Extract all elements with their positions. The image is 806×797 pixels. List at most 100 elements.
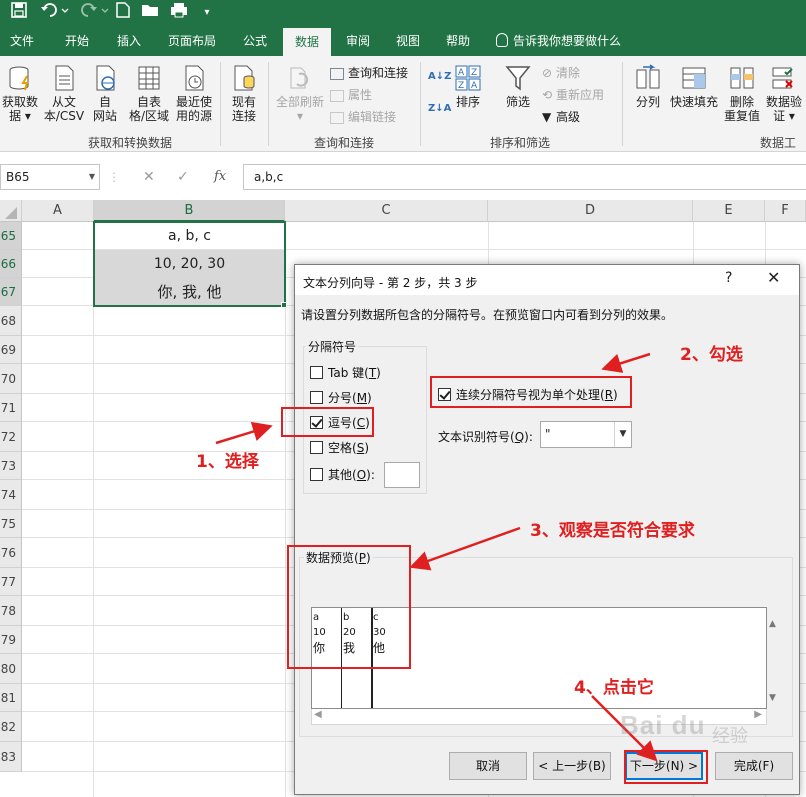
annotation-step2: 2、勾选 <box>680 345 743 365</box>
help-icon[interactable]: ? <box>725 270 732 286</box>
other-delimiter-input[interactable] <box>384 462 420 488</box>
row-header-82[interactable]: 82 <box>0 712 22 742</box>
name-box-value: B65 <box>6 170 30 184</box>
chevron-down-icon[interactable]: ▼ <box>614 422 631 447</box>
tab-view[interactable]: 视图 <box>386 26 430 56</box>
table-icon <box>138 66 160 90</box>
row-header-67[interactable]: 67 <box>0 278 22 306</box>
fill-handle[interactable] <box>281 302 287 308</box>
sort-desc-button[interactable]: Z↓A <box>428 100 451 118</box>
qualifier-label-text: 文本识别符号( <box>438 430 515 444</box>
edit-links-button[interactable]: 编辑链接 <box>330 108 396 126</box>
tab-page-layout[interactable]: 页面布局 <box>160 26 224 56</box>
existing-connections-button[interactable]: 现有 连接 <box>224 64 264 123</box>
dialog-description: 请设置分列数据所包含的分隔符号。在预览窗口内可看到分列的效果。 <box>301 308 674 322</box>
reapply-button[interactable]: ⟲ 重新应用 <box>542 86 604 104</box>
other-checkbox[interactable]: 其他(O): <box>310 467 375 483</box>
column-header-e[interactable]: E <box>693 200 765 222</box>
split-label: 分列 <box>635 95 660 109</box>
clear-filter-icon: ⊘ <box>542 66 553 80</box>
queries-connections-button[interactable]: 查询和连接 <box>330 64 408 82</box>
row-header-69[interactable]: 69 <box>0 336 22 364</box>
tab-file[interactable]: 文件 <box>0 26 44 56</box>
from-web-button[interactable]: 自 网站 <box>88 64 122 123</box>
back-button[interactable]: < 上一步(B) <box>533 752 611 780</box>
flash-fill-button[interactable]: 快速填充 <box>666 64 722 109</box>
tab-formulas[interactable]: 公式 <box>232 26 278 56</box>
customize-icon[interactable]: ▾ <box>200 2 214 24</box>
chevron-down-icon[interactable]: ▼ <box>89 165 95 189</box>
row-header-83[interactable]: 83 <box>0 742 22 772</box>
row-header-75[interactable]: 75 <box>0 510 22 538</box>
enter-icon[interactable]: ✓ <box>177 164 189 190</box>
row-header-65[interactable]: 65 <box>0 222 22 250</box>
database-icon <box>9 66 29 91</box>
drag-handle-icon[interactable]: ⋮ <box>108 164 120 190</box>
data-validation-button[interactable]: 数据验 证 ▾ <box>762 64 806 123</box>
formula-input[interactable]: a,b,c <box>243 164 806 190</box>
tab-home[interactable]: 开始 <box>54 26 100 56</box>
filter-button[interactable]: 筛选 <box>500 64 536 109</box>
from-text-csv-button[interactable]: 从文 本/CSV <box>42 64 86 123</box>
column-header-a[interactable]: A <box>22 200 94 222</box>
open-folder-icon[interactable] <box>140 2 160 24</box>
tab-review[interactable]: 审阅 <box>336 26 380 56</box>
undo-icon[interactable] <box>38 2 72 24</box>
cancel-button[interactable]: 取消 <box>449 752 527 780</box>
scroll-down-icon[interactable]: ▼ <box>769 693 776 703</box>
refresh-all-button[interactable]: 全部刷新 ▾ <box>272 64 328 123</box>
recent-file-icon <box>185 65 204 91</box>
redo-icon[interactable] <box>78 2 112 24</box>
row-header-76[interactable]: 76 <box>0 538 22 568</box>
tab-data[interactable]: 数据 <box>283 28 331 56</box>
name-box[interactable]: B65 ▼ <box>0 164 100 190</box>
close-icon[interactable]: ✕ <box>767 268 780 287</box>
row-header-66[interactable]: 66 <box>0 250 22 278</box>
save-icon[interactable] <box>8 2 30 24</box>
select-all-corner[interactable] <box>0 200 22 222</box>
advanced-filter-icon: ▼ <box>542 110 552 124</box>
space-checkbox[interactable]: 空格(S) <box>310 440 369 456</box>
column-header-c[interactable]: C <box>285 200 488 222</box>
column-header-b[interactable]: B <box>94 200 285 222</box>
tab-checkbox[interactable]: Tab 键(T) <box>310 365 381 381</box>
row-header-80[interactable]: 80 <box>0 654 22 684</box>
from-csv-label-2: 本/CSV <box>43 109 85 123</box>
properties-button[interactable]: 属性 <box>330 86 372 104</box>
column-header-f[interactable]: F <box>765 200 806 222</box>
row-header-78[interactable]: 78 <box>0 596 22 626</box>
get-data-button[interactable]: 获取数 据 ▾ <box>0 64 40 123</box>
semicolon-checkbox[interactable]: 分号(M) <box>310 390 372 406</box>
from-table-button[interactable]: 自表 格/区域 <box>126 64 172 123</box>
cancel-icon[interactable]: ✕ <box>143 164 155 190</box>
row-header-72[interactable]: 72 <box>0 422 22 452</box>
semicolon-label: 分号( <box>328 391 357 405</box>
column-header-d[interactable]: D <box>488 200 693 222</box>
row-header-71[interactable]: 71 <box>0 394 22 422</box>
row-header-74[interactable]: 74 <box>0 480 22 510</box>
remove-duplicates-button[interactable]: 删除 重复值 <box>722 64 762 123</box>
scroll-up-icon[interactable]: ▲ <box>769 619 776 629</box>
sort-button[interactable]: AZZA 排序 <box>452 64 484 109</box>
scroll-left-icon[interactable]: ◀ <box>314 709 322 720</box>
row-header-77[interactable]: 77 <box>0 568 22 596</box>
recent-sources-button[interactable]: 最近使 用的源 <box>172 64 216 123</box>
sort-asc-button[interactable]: A↓Z <box>428 68 451 86</box>
row-header-70[interactable]: 70 <box>0 364 22 394</box>
clear-filter-button[interactable]: ⊘ 清除 <box>542 64 580 82</box>
tab-insert[interactable]: 插入 <box>106 26 152 56</box>
row-header-79[interactable]: 79 <box>0 626 22 654</box>
tab-help[interactable]: 帮助 <box>436 26 480 56</box>
advanced-filter-button[interactable]: ▼ 高级 <box>542 108 580 126</box>
print-icon[interactable] <box>168 2 190 24</box>
row-header-81[interactable]: 81 <box>0 684 22 712</box>
text-qualifier-select[interactable]: " ▼ <box>540 421 632 448</box>
tell-me-box[interactable]: 告诉我你想要做什么 <box>496 26 621 56</box>
new-file-icon[interactable] <box>114 2 132 24</box>
row-header-68[interactable]: 68 <box>0 306 22 336</box>
scroll-right-icon[interactable]: ▶ <box>754 709 762 720</box>
insert-function-icon[interactable]: fx <box>214 164 226 190</box>
row-header-73[interactable]: 73 <box>0 452 22 480</box>
finish-button[interactable]: 完成(F) <box>715 752 793 780</box>
text-to-columns-button[interactable]: 分列 <box>630 64 666 109</box>
